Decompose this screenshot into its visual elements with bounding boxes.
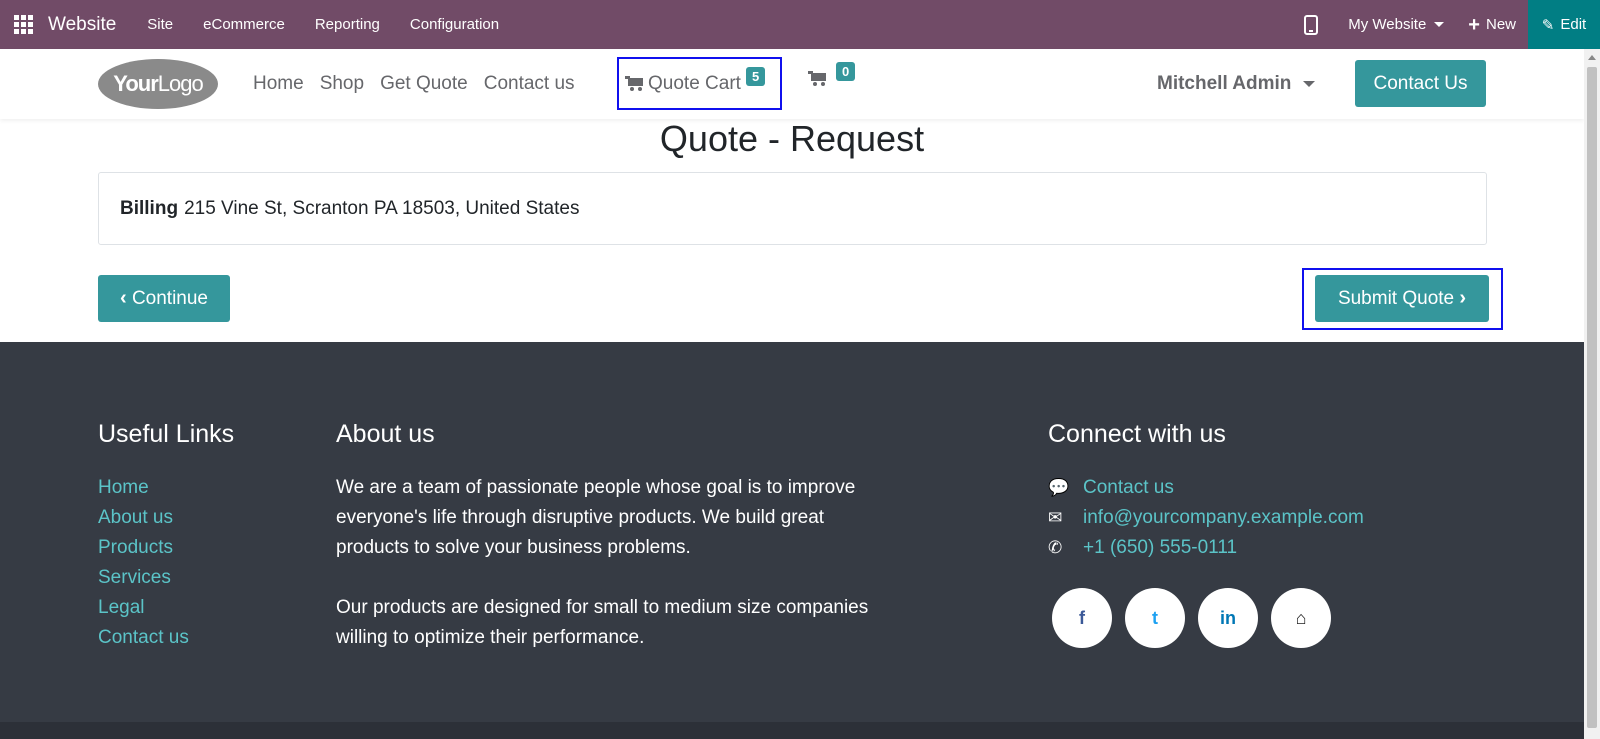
odoo-top-bar: Website Site eCommerce Reporting Configu… (0, 0, 1600, 49)
chevron-left-icon: ‹ (119, 287, 127, 309)
scrollbar-thumb[interactable] (1587, 67, 1597, 728)
pencil-icon: ✎ (1541, 16, 1555, 34)
edit-button-label: Edit (1560, 16, 1587, 33)
mobile-preview-icon[interactable] (1304, 14, 1319, 35)
connect-email-row[interactable]: ✉ info@yourcompany.example.com (1048, 503, 1364, 533)
about-paragraph-2: Our products are designed for small to m… (336, 597, 869, 648)
nav-get-quote[interactable]: Get Quote (372, 73, 476, 95)
caret-down-icon (1434, 22, 1445, 27)
billing-address-card: Billing 215 Vine St, Scranton PA 18503, … (98, 172, 1487, 245)
website-header: YourLogo Home Shop Get Quote Contact us … (0, 49, 1584, 119)
menu-ecommerce[interactable]: eCommerce (188, 0, 300, 49)
user-menu[interactable]: Mitchell Admin (1157, 49, 1316, 119)
nav-quote-cart[interactable]: Quote Cart 5 (617, 57, 782, 110)
footer-useful-links: Useful Links Home About us Products Serv… (98, 420, 234, 653)
quote-cart-label: Quote Cart (648, 72, 741, 94)
submit-quote-label: Submit Quote (1337, 287, 1455, 309)
phone-icon: ✆ (1048, 538, 1063, 557)
new-button-label: New (1485, 16, 1516, 33)
envelope-icon: ✉ (1048, 508, 1063, 527)
page-title: Quote - Request (659, 118, 925, 159)
submit-quote-button[interactable]: Submit Quote › (1315, 275, 1489, 322)
connect-phone-row[interactable]: ✆ +1 (650) 555-0111 (1048, 533, 1364, 563)
menu-configuration[interactable]: Configuration (395, 0, 514, 49)
home-icon[interactable]: ⌂ (1271, 588, 1331, 648)
footer-link-services[interactable]: Services (98, 563, 234, 593)
footer-link-about-us[interactable]: About us (98, 503, 234, 533)
website-selector[interactable]: My Website (1348, 16, 1445, 33)
shopping-cart-icon (625, 76, 643, 91)
footer: Useful Links Home About us Products Serv… (0, 342, 1584, 722)
footer-about-us: About us We are a team of passionate peo… (336, 420, 896, 653)
comment-icon: 💬 (1048, 478, 1070, 497)
shopping-cart-icon (808, 71, 826, 86)
user-name: Mitchell Admin (1157, 73, 1292, 94)
footer-link-contact-us[interactable]: Contact us (98, 623, 234, 653)
social-links: f t in ⌂ (1052, 588, 1364, 648)
nav-contact-us[interactable]: Contact us (476, 73, 583, 95)
connect-heading: Connect with us (1048, 420, 1226, 448)
linkedin-icon[interactable]: in (1198, 588, 1258, 648)
scroll-up-arrow-icon[interactable] (1588, 55, 1596, 60)
menu-reporting[interactable]: Reporting (300, 0, 395, 49)
continue-button[interactable]: ‹ Continue (98, 275, 230, 322)
footer-link-legal[interactable]: Legal (98, 593, 234, 623)
twitter-icon[interactable]: t (1125, 588, 1185, 648)
footer-copyright-bar (0, 722, 1584, 739)
connect-email-link[interactable]: info@yourcompany.example.com (1083, 503, 1364, 533)
submit-quote-highlight: Submit Quote › (1302, 268, 1503, 330)
connect-contact-row[interactable]: 💬 Contact us (1048, 473, 1364, 503)
about-us-heading: About us (336, 420, 435, 448)
about-paragraph-1: We are a team of passionate people whose… (336, 477, 856, 558)
website-selector-label: My Website (1348, 16, 1427, 33)
plus-icon: + (1468, 13, 1480, 36)
billing-label: Billing (120, 197, 179, 219)
edit-button[interactable]: ✎ Edit (1528, 0, 1600, 49)
apps-menu-icon[interactable] (0, 0, 46, 49)
footer-link-products[interactable]: Products (98, 533, 234, 563)
menu-site[interactable]: Site (132, 0, 188, 49)
chevron-right-icon: › (1459, 287, 1467, 309)
cart-count-badge: 0 (836, 62, 856, 81)
connect-contact-link[interactable]: Contact us (1083, 473, 1174, 503)
facebook-icon[interactable]: f (1052, 588, 1112, 648)
nav-home[interactable]: Home (245, 73, 312, 95)
useful-links-heading: Useful Links (98, 420, 235, 448)
footer-link-home[interactable]: Home (98, 473, 234, 503)
connect-phone-link[interactable]: +1 (650) 555-0111 (1083, 533, 1237, 563)
contact-us-button[interactable]: Contact Us (1355, 60, 1486, 107)
company-logo[interactable]: YourLogo (98, 59, 218, 109)
nav-shop[interactable]: Shop (312, 73, 372, 95)
continue-button-label: Continue (131, 287, 208, 309)
footer-connect: Connect with us 💬 Contact us ✉ info@your… (1048, 420, 1364, 648)
page-scrollbar[interactable] (1584, 49, 1600, 739)
nav-cart[interactable]: 0 (808, 62, 856, 88)
app-name[interactable]: Website (46, 14, 116, 36)
main-nav: Home Shop Get Quote Contact us (245, 49, 583, 119)
quote-cart-count-badge: 5 (745, 67, 766, 86)
caret-down-icon (1303, 81, 1316, 87)
new-button[interactable]: + New (1468, 15, 1516, 35)
logo-text: YourLogo (113, 71, 203, 96)
billing-address: 215 Vine St, Scranton PA 18503, United S… (184, 197, 580, 219)
